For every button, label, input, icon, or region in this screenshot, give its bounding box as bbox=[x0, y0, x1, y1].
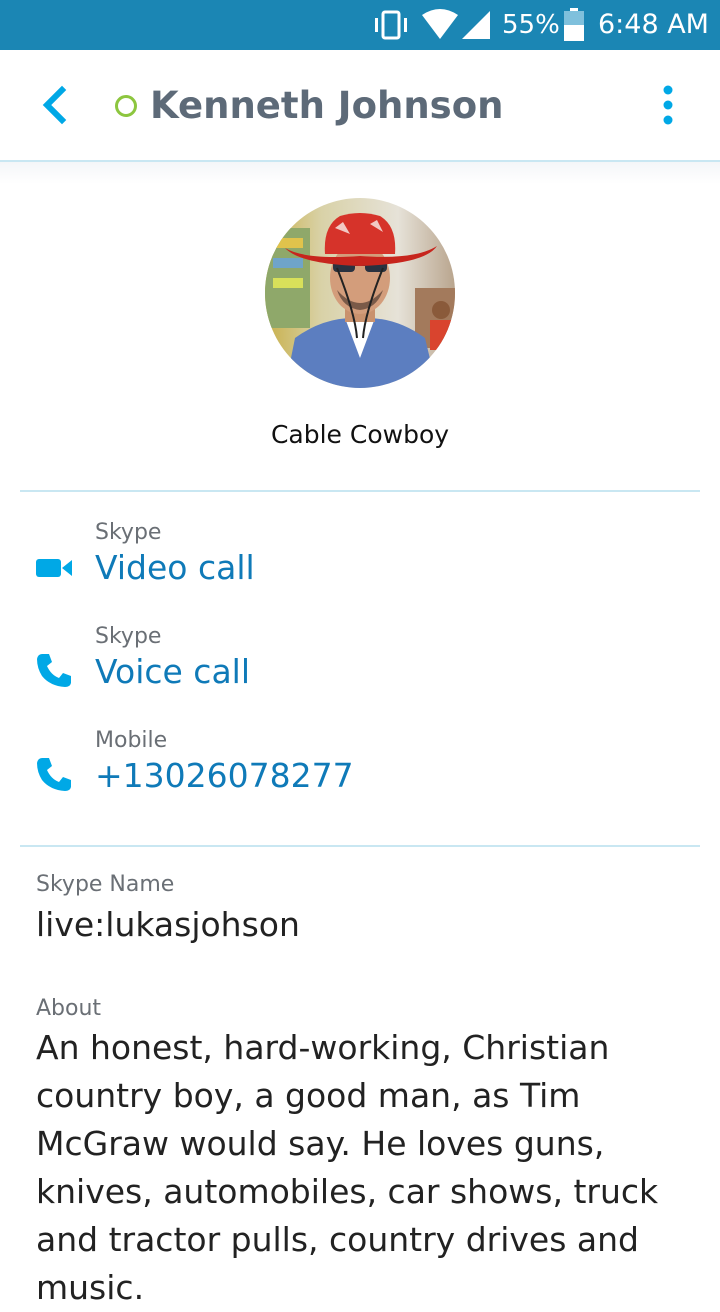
battery-icon bbox=[564, 8, 584, 41]
contact-avatar[interactable] bbox=[265, 198, 455, 388]
mobile-number: +13026078277 bbox=[95, 756, 354, 795]
battery-percent: 55% bbox=[502, 10, 560, 40]
app-bar: Kenneth Johnson bbox=[0, 50, 720, 162]
about-text: An honest, hard-working, Christian count… bbox=[36, 1028, 659, 1307]
section-divider bbox=[20, 490, 700, 492]
phone-icon bbox=[37, 654, 71, 687]
skype-name-value: live:lukasjohson bbox=[36, 905, 300, 944]
mood-message: Cable Cowboy bbox=[270, 420, 450, 449]
contact-name-title: Kenneth Johnson bbox=[150, 84, 504, 127]
video-call-option[interactable]: Skype Video call bbox=[0, 518, 720, 608]
mobile-call-option[interactable]: Mobile +13026078277 bbox=[0, 726, 720, 816]
chevron-left-icon bbox=[42, 85, 67, 125]
signal-icon bbox=[462, 11, 490, 39]
voice-call-option[interactable]: Skype Voice call bbox=[0, 622, 720, 712]
phone-icon bbox=[37, 758, 71, 791]
video-camera-icon bbox=[36, 559, 72, 577]
skype-name-label: Skype Name bbox=[36, 872, 175, 897]
voice-call-label: Voice call bbox=[95, 652, 251, 691]
status-time: 6:48 AM bbox=[598, 9, 709, 40]
vibrate-icon bbox=[375, 10, 407, 40]
back-button[interactable] bbox=[28, 80, 78, 130]
mobile-type-label: Mobile bbox=[95, 728, 168, 753]
video-call-type-label: Skype bbox=[95, 520, 162, 545]
more-options-button[interactable] bbox=[650, 84, 686, 128]
about-label: About bbox=[36, 996, 102, 1021]
header-shadow bbox=[0, 162, 720, 184]
presence-offline-icon bbox=[115, 95, 137, 117]
status-bar: 55% 6:48 AM bbox=[0, 0, 720, 50]
video-call-label: Video call bbox=[95, 548, 255, 587]
voice-call-type-label: Skype bbox=[95, 624, 162, 649]
more-vertical-icon bbox=[663, 85, 673, 125]
section-divider bbox=[20, 845, 700, 847]
wifi-icon bbox=[422, 9, 458, 39]
